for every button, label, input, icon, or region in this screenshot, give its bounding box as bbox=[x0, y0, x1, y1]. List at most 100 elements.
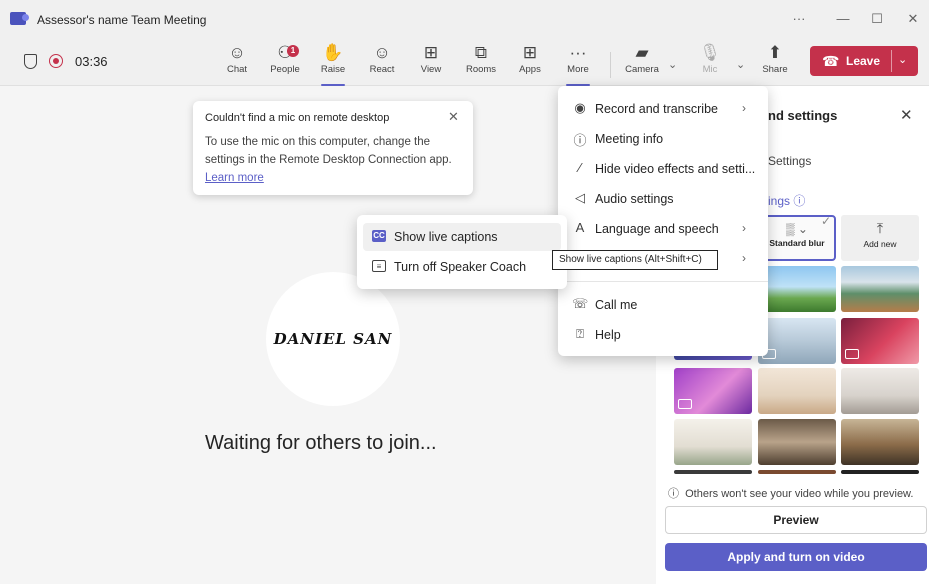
people-label: People bbox=[270, 64, 300, 75]
panel-title: nd settings bbox=[768, 108, 838, 123]
recording-icon bbox=[49, 54, 63, 68]
submenu-item-label: Show live captions bbox=[394, 230, 498, 244]
mic-off-icon: 🎙 bbox=[699, 43, 721, 62]
react-label: React bbox=[369, 64, 395, 75]
camera-button[interactable]: ▰ Camera bbox=[620, 42, 664, 84]
mic-label: Mic bbox=[702, 64, 718, 75]
window-title: Assessor's name Team Meeting bbox=[37, 13, 207, 27]
raise-button[interactable]: ✋ Raise bbox=[311, 42, 355, 86]
language-icon: A bbox=[575, 220, 585, 235]
menu-item-language-and-speech[interactable]: A Language and speech › bbox=[558, 214, 768, 244]
mic-options-chevron-icon[interactable]: ⌄ bbox=[736, 58, 745, 71]
record-icon: ◉ bbox=[574, 100, 586, 115]
show-live-captions-item[interactable]: CC Show live captions bbox=[363, 223, 561, 251]
notification-title: Couldn't find a mic on remote desktop bbox=[205, 112, 390, 124]
people-badge: 1 bbox=[287, 45, 299, 57]
rooms-icon: ⧉ bbox=[474, 43, 488, 62]
apply-and-turn-on-video-button[interactable]: Apply and turn on video bbox=[665, 543, 927, 571]
settings-link[interactable]: Settings bbox=[768, 154, 811, 168]
mic-button[interactable]: 🎙 Mic bbox=[688, 42, 732, 84]
background-thumbnail[interactable] bbox=[674, 470, 752, 474]
turn-off-speaker-coach-item[interactable]: ≡ Turn off Speaker Coach bbox=[363, 253, 561, 281]
smile-icon: ☺ bbox=[373, 43, 391, 62]
chevron-right-icon: › bbox=[742, 251, 746, 265]
rooms-button[interactable]: ⧉ Rooms bbox=[459, 42, 503, 84]
chat-button[interactable]: ☺ Chat bbox=[215, 42, 259, 84]
avatar-logo: DANIEL SAN bbox=[273, 330, 393, 348]
leave-button[interactable]: ☎ Leave ⌄ bbox=[810, 46, 918, 76]
menu-item-meeting-info[interactable]: ⓘ Meeting info bbox=[558, 124, 768, 154]
panel-close-icon[interactable]: ✕ bbox=[900, 106, 913, 124]
wand-icon: ⁄ bbox=[578, 160, 582, 175]
leave-options-chevron-icon[interactable]: ⌄ bbox=[898, 53, 907, 66]
menu-divider bbox=[558, 281, 768, 282]
rooms-label: Rooms bbox=[465, 64, 497, 75]
hangup-icon: ☎ bbox=[822, 53, 840, 69]
leave-divider bbox=[891, 50, 892, 72]
window-more-button[interactable]: ··· bbox=[784, 8, 814, 30]
teams-logo-icon bbox=[10, 12, 29, 25]
toolbar-divider bbox=[610, 52, 611, 78]
add-background-tile[interactable]: ⤒ Add new bbox=[841, 215, 919, 261]
speaker-coach-icon: ≡ bbox=[372, 260, 386, 272]
more-menu: ◉ Record and transcribe › ⓘ Meeting info… bbox=[558, 86, 768, 356]
apps-button[interactable]: ⊞ Apps bbox=[508, 42, 552, 84]
menu-item-hide-video-effects[interactable]: ⁄ Hide video effects and setti... bbox=[558, 154, 768, 184]
live-captions-tooltip: Show live captions (Alt+Shift+C) bbox=[552, 250, 718, 270]
menu-item-audio-settings[interactable]: ◁ Audio settings bbox=[558, 184, 768, 214]
background-thumbnail[interactable] bbox=[674, 368, 752, 414]
background-thumbnail[interactable] bbox=[841, 368, 919, 414]
menu-item-record-and-transcribe[interactable]: ◉ Record and transcribe › bbox=[558, 94, 768, 124]
meeting-timer: 03:36 bbox=[75, 54, 108, 69]
menu-item-label: Hide video effects and setti... bbox=[595, 162, 756, 176]
notification-body: To use the mic on this computer, change … bbox=[205, 133, 467, 187]
menu-item-help[interactable]: ⍰ Help bbox=[558, 320, 768, 350]
share-button[interactable]: ⬆ Share bbox=[753, 42, 797, 84]
standard-blur-tile[interactable]: ✓ ▒ ⌄ Standard blur bbox=[758, 214, 836, 261]
menu-item-label: Help bbox=[595, 328, 621, 342]
maximize-button[interactable]: ☐ bbox=[862, 8, 892, 30]
chevron-right-icon: › bbox=[742, 221, 746, 235]
background-thumbnail[interactable] bbox=[841, 419, 919, 465]
menu-item-call-me[interactable]: ☏ Call me bbox=[558, 290, 768, 320]
check-icon: ✓ bbox=[820, 214, 831, 228]
menu-item-label: Call me bbox=[595, 298, 638, 312]
minimize-button[interactable]: — bbox=[828, 8, 858, 30]
camera-options-chevron-icon[interactable]: ⌄ bbox=[668, 58, 677, 71]
raise-label: Raise bbox=[320, 64, 346, 75]
people-button[interactable]: ⚇ 1 People bbox=[263, 42, 307, 84]
background-thumbnail[interactable] bbox=[758, 318, 836, 364]
menu-item-label: Record and transcribe bbox=[595, 102, 718, 116]
shield-icon[interactable] bbox=[24, 54, 37, 69]
info-icon: ⓘ bbox=[668, 488, 686, 500]
background-thumbnail[interactable] bbox=[758, 419, 836, 465]
submenu-item-label: Turn off Speaker Coach bbox=[394, 260, 527, 274]
background-thumbnail[interactable] bbox=[841, 470, 919, 474]
chat-label: Chat bbox=[226, 64, 248, 75]
meeting-toolbar: 03:36 ☺ Chat ⚇ 1 People ✋ Raise ☺ React … bbox=[0, 38, 929, 86]
more-button[interactable]: ··· More bbox=[556, 42, 600, 86]
people-icon: ⚇ bbox=[277, 43, 293, 62]
view-button[interactable]: ⊞ View bbox=[409, 42, 453, 84]
react-button[interactable]: ☺ React bbox=[360, 42, 404, 84]
preview-info-text: Others won't see your video while you pr… bbox=[685, 488, 914, 500]
close-icon[interactable]: ✕ bbox=[448, 109, 459, 125]
apps-label: Apps bbox=[519, 64, 541, 75]
camera-off-icon: ▰ bbox=[635, 43, 649, 62]
background-thumbnail[interactable] bbox=[674, 419, 752, 465]
close-window-button[interactable]: ✕ bbox=[898, 8, 928, 30]
video-icon bbox=[678, 399, 692, 409]
background-thumbnail[interactable] bbox=[758, 470, 836, 474]
plus-square-icon: ⊞ bbox=[522, 43, 538, 62]
preview-button[interactable]: Preview bbox=[665, 506, 927, 534]
background-thumbnail[interactable] bbox=[841, 318, 919, 364]
chevron-right-icon: › bbox=[742, 101, 746, 115]
add-new-label: Add new bbox=[863, 239, 897, 249]
avatar: DANIEL SAN bbox=[266, 272, 400, 406]
learn-more-link[interactable]: Learn more bbox=[205, 172, 264, 184]
grid-icon: ⊞ bbox=[423, 43, 439, 62]
upload-icon: ⤒ bbox=[876, 220, 884, 236]
background-thumbnail[interactable] bbox=[758, 368, 836, 414]
background-thumbnail[interactable] bbox=[841, 266, 919, 312]
background-thumbnail[interactable] bbox=[758, 266, 836, 312]
